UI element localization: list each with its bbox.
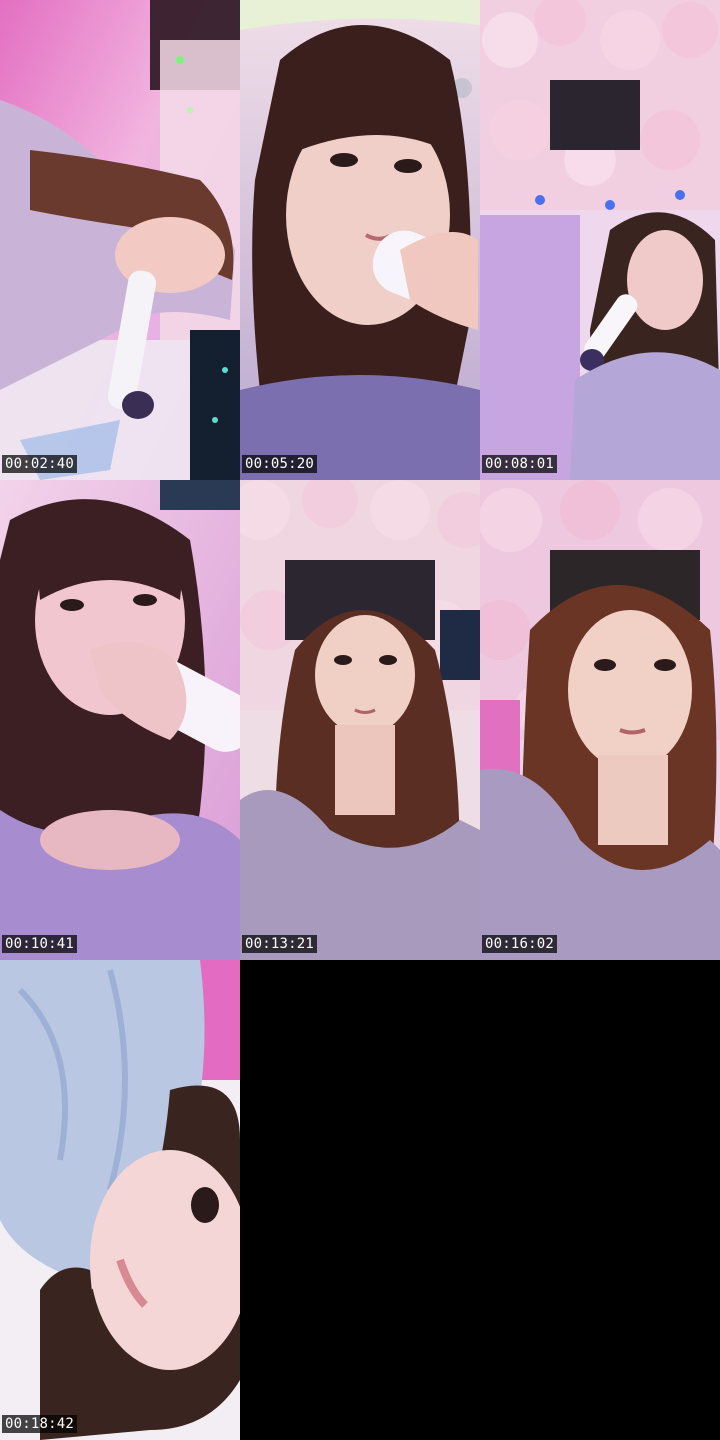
frame-4-image [0,480,240,960]
frame-5-timestamp: 00:13:21 [242,935,318,953]
video-frame-1[interactable]: 00:02:40 [0,0,240,480]
video-frame-4[interactable]: 00:10:41 [0,480,240,960]
empty-grid-area [240,960,720,1440]
frame-5-image [240,480,480,960]
video-frame-3[interactable]: 00:08:01 [480,0,720,480]
frame-6-timestamp: 00:16:02 [482,935,558,953]
frame-3-timestamp: 00:08:01 [482,455,558,473]
video-frame-2[interactable]: 00:05:20 [240,0,480,480]
frame-3-image [480,0,720,480]
frame-7-timestamp: 00:18:42 [2,1415,78,1433]
frame-1-image [0,0,240,480]
frame-7-image [0,960,240,1440]
frame-2-image [240,0,480,480]
frame-1-timestamp: 00:02:40 [2,455,78,473]
contact-sheet-grid: 00:02:40 00:05:20 00:08:01 00:10:41 00:1… [0,0,720,1440]
video-frame-5[interactable]: 00:13:21 [240,480,480,960]
video-frame-7[interactable]: 00:18:42 [0,960,240,1440]
frame-6-image [480,480,720,960]
frame-4-timestamp: 00:10:41 [2,935,78,953]
frame-2-timestamp: 00:05:20 [242,455,318,473]
video-frame-6[interactable]: 00:16:02 [480,480,720,960]
